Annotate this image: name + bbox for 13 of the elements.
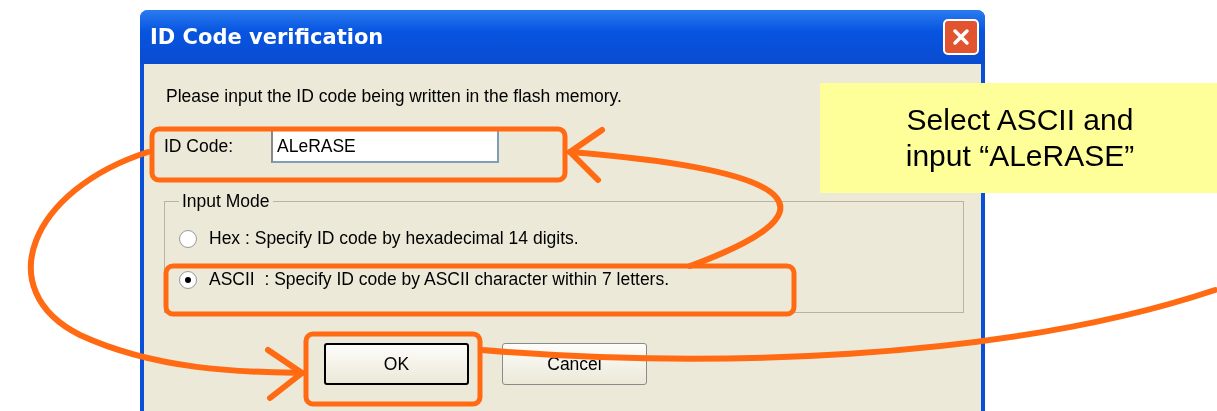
- ok-button[interactable]: OK: [324, 343, 469, 385]
- close-button[interactable]: [943, 19, 979, 55]
- radio-button[interactable]: [179, 270, 197, 289]
- option-label: ASCII : Specify ID code by ASCII character within 7 letters.: [209, 269, 670, 290]
- option-label: Hex : Specify ID code by hexadecimal 14 digits.: [209, 228, 579, 249]
- close-icon: [951, 27, 971, 47]
- instruction-text: Please input the ID code being written in the flash memory.: [166, 86, 623, 107]
- window-title: ID Code verification: [150, 25, 384, 49]
- radio-button[interactable]: [179, 229, 197, 248]
- callout-text: Select ASCII and: [906, 102, 1134, 138]
- callout-text: input “ALeRASE”: [905, 138, 1135, 174]
- group-legend: Input Mode: [179, 191, 273, 212]
- id-code-label: ID Code:: [164, 135, 235, 157]
